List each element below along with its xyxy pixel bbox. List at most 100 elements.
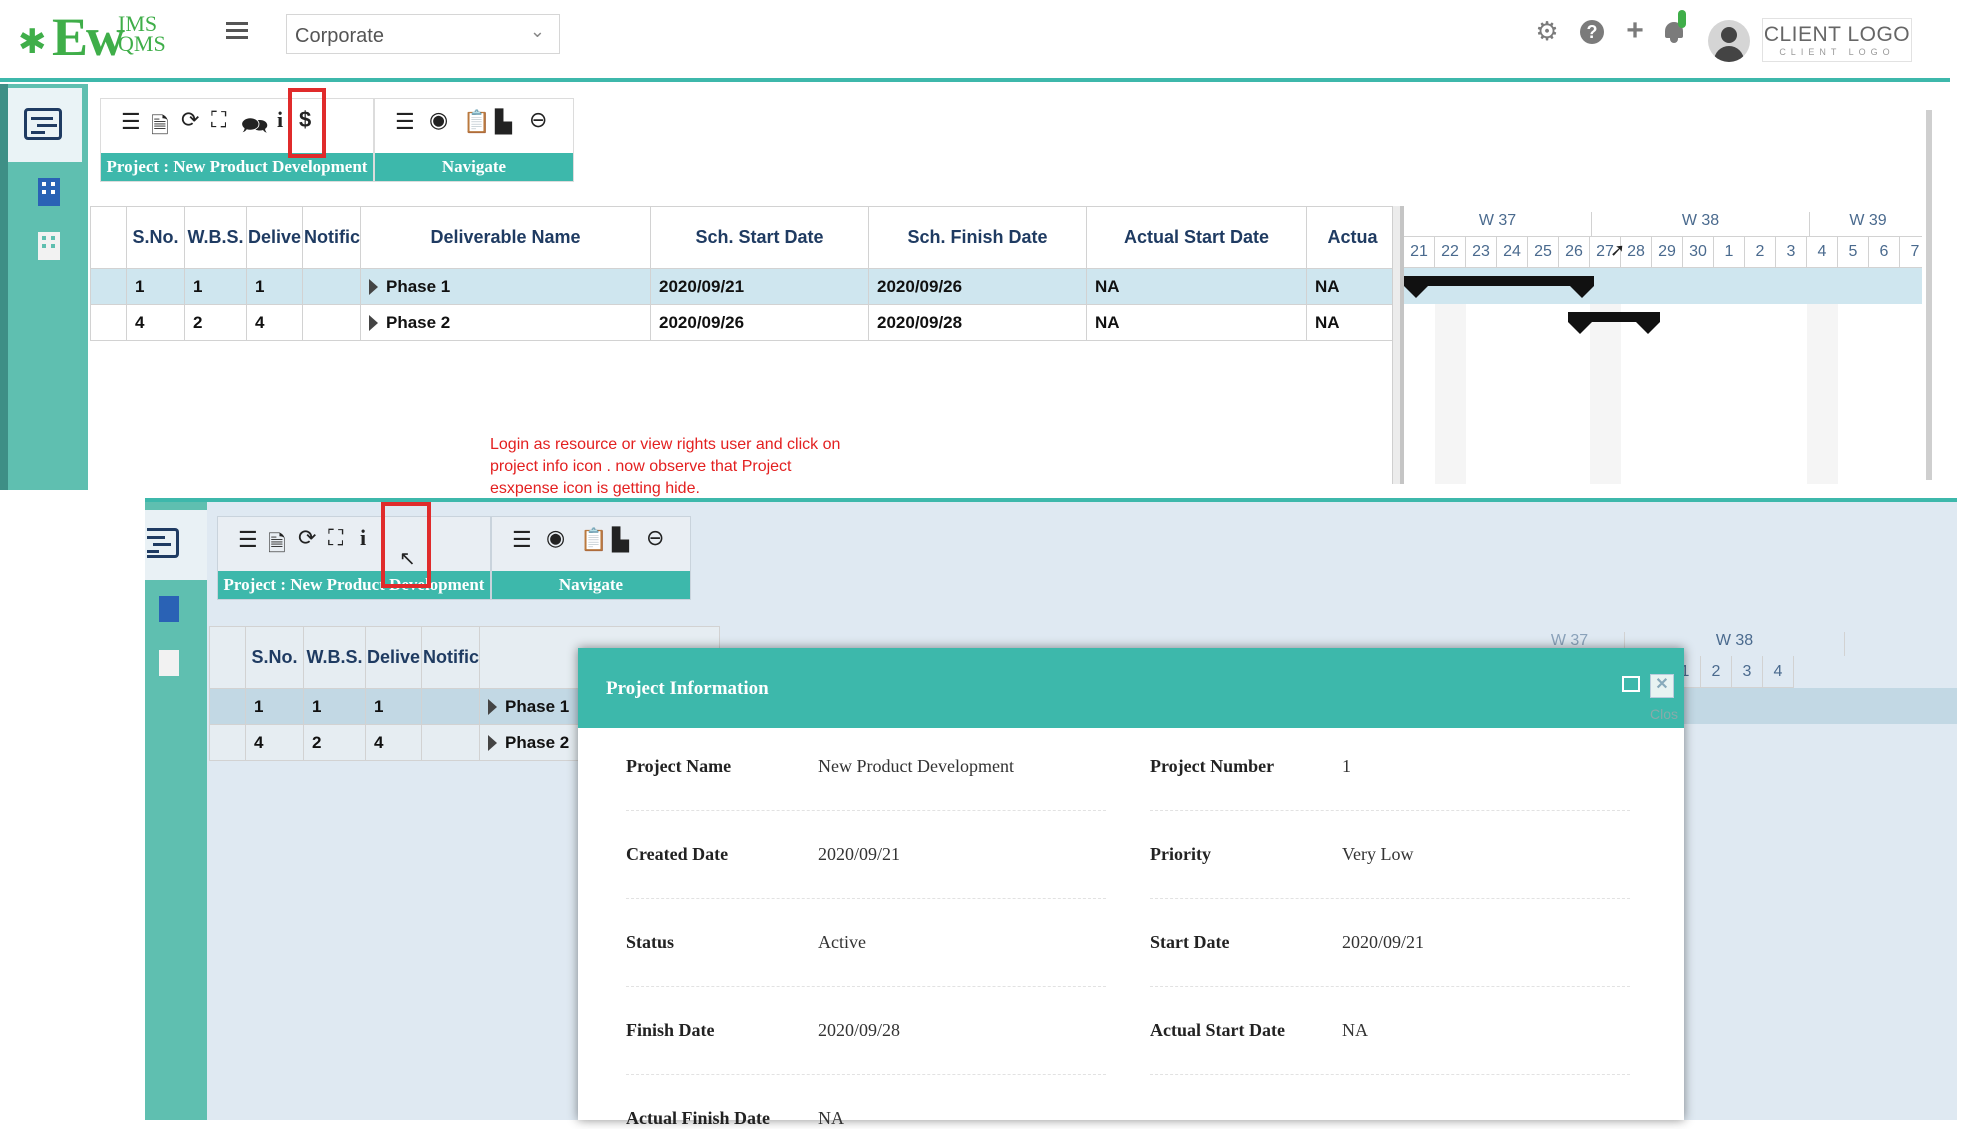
highlight-missing-expense-icon [381, 502, 431, 588]
label-priority: Priority [1150, 844, 1211, 864]
notification-dot [1678, 10, 1686, 28]
gantt-day: 29 [1652, 236, 1683, 268]
label-project-name: Project Name [626, 756, 732, 776]
cell-name[interactable]: Phase 2 [360, 304, 651, 341]
cell-sch-start: 2020/09/21 [650, 268, 869, 305]
cell-name[interactable]: Phase 1 [360, 268, 651, 305]
clipboard-icon[interactable]: 📋 [580, 527, 607, 553]
table-row[interactable]: 1 1 1 Phase 1 2020/09/21 2020/09/26 NA N… [90, 268, 1399, 305]
list-icon[interactable]: ☰ [512, 527, 532, 553]
value-finish-date: 2020/09/28 [818, 1020, 901, 1040]
office-icon[interactable] [38, 232, 60, 260]
top-screenshot: ✱ Ew IMS QMS Corporate ⌄ ⚙ ? + CLIENT LO… [0, 0, 1950, 490]
project-label: Project : New Product Development [101, 153, 373, 181]
close-icon[interactable]: ✕ [1650, 674, 1674, 698]
fullscreen-icon[interactable]: ⛶ [328, 525, 343, 551]
highlight-expense-icon [288, 88, 326, 158]
value-status: Active [818, 932, 866, 952]
grid-header-notification[interactable]: Notific [302, 206, 361, 269]
back-icon[interactable]: ⊖ [646, 525, 664, 551]
label-finish-date: Finish Date [626, 1020, 715, 1040]
document-icon[interactable]: 🗎 [268, 527, 286, 565]
info-icon[interactable]: i [360, 525, 366, 551]
gantt-icon [24, 108, 62, 140]
value-start-date: 2020/09/21 [1342, 932, 1425, 952]
info-icon[interactable]: i [277, 107, 283, 133]
deliverables-grid: S.No. W.B.S. Delive Notific Deliverable … [90, 206, 1399, 341]
gantt-day: 24 [1497, 236, 1528, 268]
filter-settings-icon[interactable]: ☰ [238, 527, 258, 553]
filter-settings-icon[interactable]: ☰ [121, 109, 141, 135]
popout-icon[interactable] [1622, 676, 1640, 692]
gantt-bar-phase-2[interactable] [1568, 312, 1660, 334]
plus-icon[interactable]: + [1620, 14, 1650, 48]
grid-header-sno[interactable]: S.No. [126, 206, 185, 269]
label-created-date: Created Date [626, 844, 729, 864]
bell-icon[interactable] [1662, 10, 1686, 44]
gantt-day: 23 [1466, 236, 1497, 268]
sidebar-item-gantt[interactable] [145, 510, 207, 580]
table-row[interactable]: 4 2 4 Phase 2 2020/09/26 2020/09/28 NA N… [90, 304, 1399, 341]
grid-header-sch-finish[interactable]: Sch. Finish Date [868, 206, 1087, 269]
cell-sno: 4 [126, 304, 185, 341]
cell-deliverable: 4 [246, 304, 303, 341]
gantt-day: 21 [1404, 236, 1435, 268]
refresh-icon[interactable]: ⟳ [298, 525, 316, 551]
expand-caret-icon[interactable] [369, 279, 378, 296]
app-logo[interactable]: ✱ Ew IMS QMS [16, 6, 176, 67]
cell-actual-finish: NA [1306, 268, 1399, 305]
grid-header-notification[interactable]: Notific [421, 626, 480, 689]
expand-caret-icon[interactable] [369, 315, 378, 332]
logo-sub: QMS [118, 31, 166, 56]
gantt-chart: W 37 W 38 W 39 21 22 23 24 25 26 27 28 29 30 1 2 3 4 5… [1400, 206, 1922, 484]
cell-actual-start: NA [1086, 304, 1307, 341]
grid-header-sch-start[interactable]: Sch. Start Date [650, 206, 869, 269]
expand-caret-icon[interactable] [488, 735, 497, 752]
grid-header-deliverable[interactable]: Delive [246, 206, 303, 269]
value-created-date: 2020/09/21 [818, 844, 901, 864]
navigate-toolbar: ☰ ◉ 📋 ▙ ⊖ Navigate [374, 98, 574, 182]
gantt-bar-phase-1[interactable] [1404, 276, 1594, 298]
grid-header-wbs[interactable]: W.B.S. [184, 206, 247, 269]
building-icon[interactable] [38, 178, 60, 206]
cell-sno: 4 [245, 724, 304, 761]
grid-header-actual-finish[interactable]: Actua [1306, 206, 1399, 269]
org-select[interactable]: Corporate ⌄ [286, 14, 560, 54]
refresh-icon[interactable]: ⟳ [181, 107, 199, 133]
grid-header-actual-start[interactable]: Actual Start Date [1086, 206, 1307, 269]
expand-caret-icon[interactable] [488, 699, 497, 716]
list-icon[interactable]: ☰ [395, 109, 415, 135]
grid-header-wbs[interactable]: W.B.S. [303, 626, 366, 689]
office-icon[interactable] [159, 650, 179, 676]
grid-header-select [90, 206, 127, 269]
scrollbar[interactable] [1926, 110, 1932, 480]
note-icon[interactable]: ▙ [495, 109, 512, 135]
cell-notification [302, 268, 361, 305]
clipboard-icon[interactable]: 📋 [463, 109, 490, 135]
cell-sno: 1 [245, 688, 304, 725]
grid-header-deliverable[interactable]: Delive [365, 626, 422, 689]
building-icon[interactable] [159, 596, 179, 622]
sidebar-item-gantt[interactable] [8, 88, 82, 162]
cell-actual-start: NA [1086, 268, 1307, 305]
gantt-day: 30 [1683, 236, 1714, 268]
avatar[interactable] [1708, 20, 1750, 62]
note-icon[interactable]: ▙ [612, 527, 629, 553]
hamburger-menu-icon[interactable] [226, 18, 248, 43]
fullscreen-icon[interactable]: ⛶ [211, 107, 226, 133]
eye-icon[interactable]: ◉ [429, 107, 448, 133]
gantt-icon [147, 528, 179, 558]
grid-header-sno[interactable]: S.No. [245, 626, 304, 689]
gear-icon[interactable]: ⚙ [1532, 16, 1562, 47]
eye-icon[interactable]: ◉ [546, 525, 565, 551]
annotation-note: Login as resource or view rights user an… [490, 436, 841, 497]
org-select-value: Corporate [295, 25, 384, 47]
label-start-date: Start Date [1150, 932, 1230, 952]
help-icon[interactable]: ? [1580, 20, 1604, 44]
grid-header-name[interactable]: Deliverable Name [360, 206, 651, 269]
cell-wbs: 2 [303, 724, 366, 761]
gantt-day: 4 [1807, 236, 1838, 268]
back-icon[interactable]: ⊖ [529, 107, 547, 133]
comments-icon[interactable]: 🗪 [241, 109, 268, 147]
document-icon[interactable]: 🗎 [151, 109, 169, 147]
